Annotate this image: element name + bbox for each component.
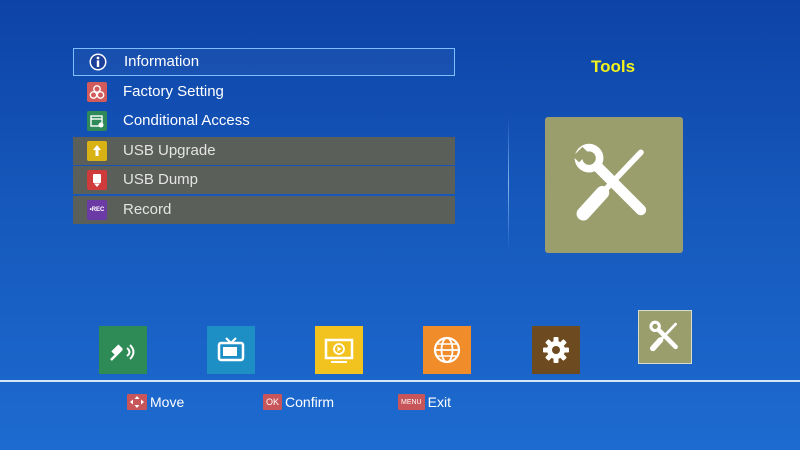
app-tile-tv[interactable] (207, 326, 255, 374)
hint-exit-label: Exit (427, 394, 451, 410)
hint-confirm-label: Confirm (285, 394, 335, 410)
info-icon (88, 52, 108, 72)
hint-move: Move (127, 394, 184, 410)
ok-key-badge: OK (263, 394, 283, 410)
factory-reset-icon (87, 81, 107, 102)
tools-menu-list: Information Factory Setting Conditional … (73, 48, 455, 225)
menu-item-usb-upgrade[interactable]: USB Upgrade (73, 136, 455, 165)
menu-key-badge: MENU (398, 394, 425, 410)
app-tile-settings[interactable] (532, 326, 580, 374)
tools-menu-screen: Information Factory Setting Conditional … (0, 0, 800, 450)
hint-bar-divider (0, 380, 800, 382)
satellite-icon (110, 344, 135, 361)
card-access-icon (87, 111, 107, 131)
app-tile-media[interactable] (315, 326, 363, 374)
menu-item-label: USB Dump (123, 171, 199, 188)
menu-item-label: Record (123, 200, 172, 218)
globe-icon (433, 336, 461, 364)
menu-item-conditional-access[interactable]: Conditional Access (73, 107, 455, 135)
usb-dump-icon (87, 170, 107, 190)
hint-move-label: Move (150, 394, 185, 410)
tv-icon (217, 337, 245, 362)
menu-item-information[interactable]: Information (73, 48, 455, 76)
media-icon (324, 338, 354, 363)
panel-title: Tools (590, 57, 636, 76)
arrows-icon (127, 394, 147, 410)
app-tile-network[interactable] (423, 326, 471, 374)
record-icon: •REC (87, 199, 107, 220)
usb-upgrade-icon (87, 140, 107, 161)
tools-icon (572, 143, 647, 221)
menu-item-label: USB Upgrade (123, 141, 216, 159)
hint-confirm: OK Confirm (263, 394, 334, 410)
app-tile-tools[interactable] (638, 310, 692, 364)
menu-item-label: Factory Setting (123, 82, 224, 100)
tools-icon (649, 320, 678, 352)
menu-item-record[interactable]: •REC Record (73, 195, 455, 224)
hint-exit: MENU Exit (398, 394, 451, 410)
menu-item-factory-setting[interactable]: Factory Setting (73, 78, 455, 106)
app-tile-satellite[interactable] (99, 326, 147, 374)
gear-icon (543, 337, 569, 363)
menu-item-label: Information (124, 53, 200, 70)
vertical-divider (508, 118, 509, 250)
menu-item-usb-dump[interactable]: USB Dump (73, 166, 455, 194)
tools-preview-tile (545, 117, 683, 253)
menu-item-label: Conditional Access (123, 112, 250, 129)
